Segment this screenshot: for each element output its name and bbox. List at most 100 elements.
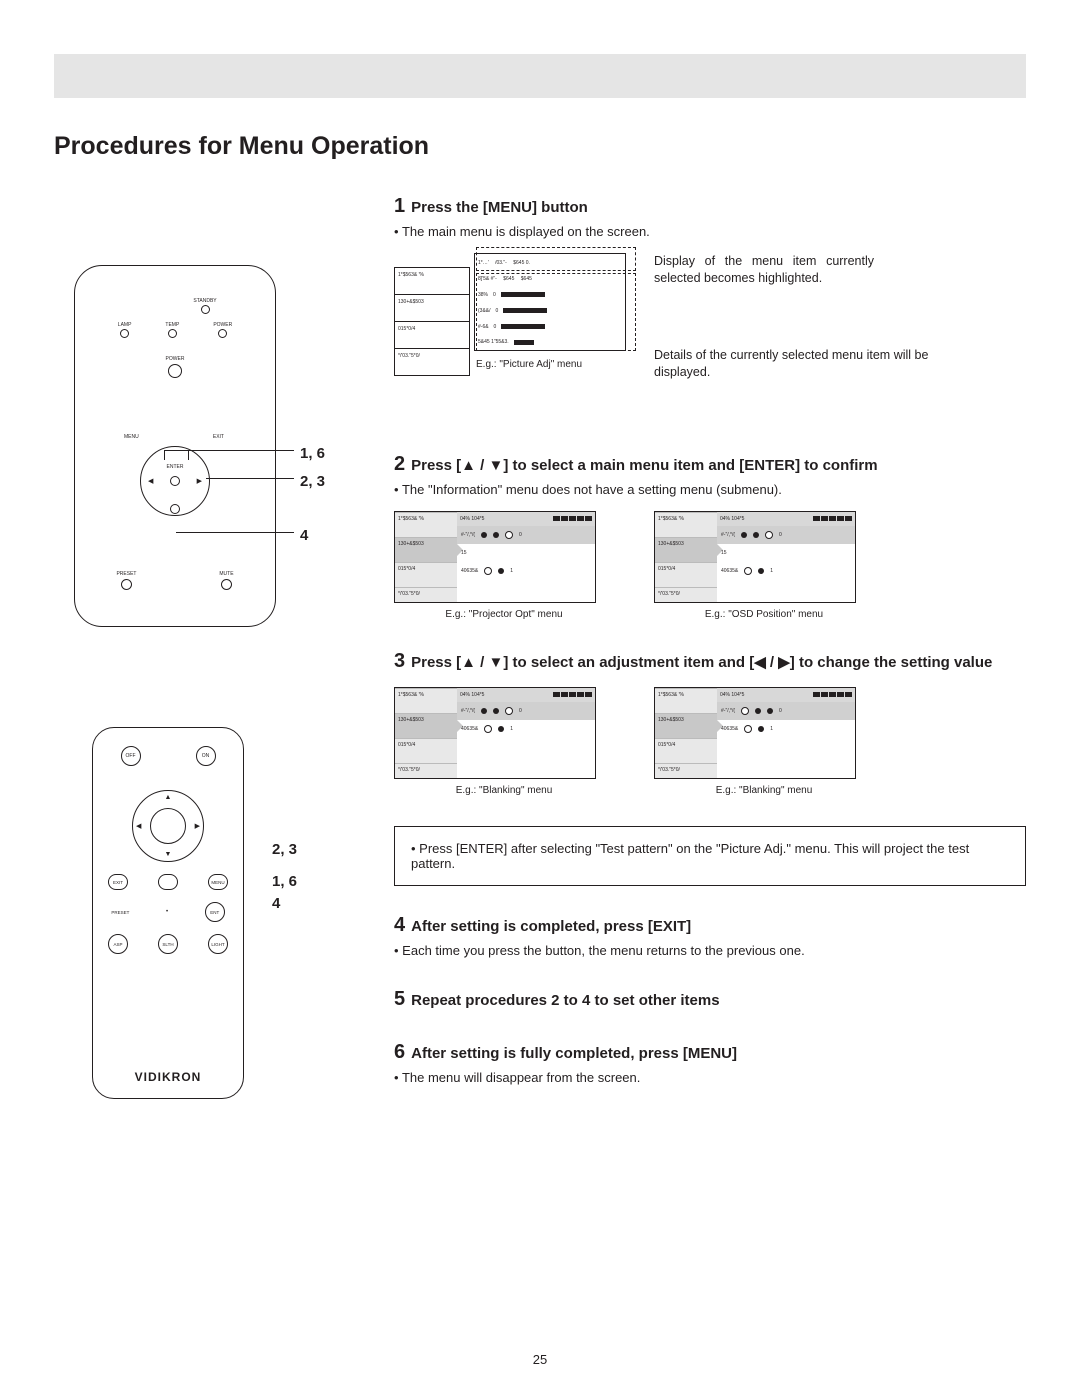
dot-icon: [481, 708, 487, 714]
step-title: Press the [MENU] button: [411, 199, 588, 216]
dot-icon: [481, 532, 487, 538]
osd-topbar-icons: [812, 516, 852, 523]
arrow-left-icon[interactable]: ◀: [148, 477, 153, 485]
callout-1-6: 1, 6: [272, 873, 297, 890]
dot-outline-icon: [484, 567, 492, 575]
osd-side-row-highlight: 130+&$503: [395, 537, 457, 562]
osd-side-row: 1*$563& '%: [655, 688, 717, 713]
callout-line: [188, 450, 189, 460]
preset-label: PRESET: [116, 571, 136, 577]
dot-outline-icon: [484, 725, 492, 733]
dot-outline-icon: [505, 707, 513, 715]
step-num: 2: [394, 453, 405, 475]
osd-side-row: 015*0/4: [655, 562, 717, 587]
osd-diagram-projector-opt: 1*$563& '% 130+&$503 015*0/4 */'03."5*0/…: [394, 511, 614, 620]
dot-outline-icon: [744, 725, 752, 733]
power-button-icon[interactable]: [168, 364, 182, 378]
step-num: 1: [394, 195, 405, 217]
off-button[interactable]: OFF: [121, 746, 141, 766]
dot-outline-icon: [744, 567, 752, 575]
osd-row: #-"/,*/(: [461, 532, 475, 538]
right-column: 1Press the [MENU] button The main menu i…: [394, 195, 1026, 1115]
osd-side-row: 1*$563& '%: [395, 268, 469, 295]
dpad-center-icon[interactable]: [170, 476, 180, 486]
osd-side-row: 1*$563& '%: [395, 688, 457, 713]
exit-button[interactable]: EXIT: [108, 874, 128, 890]
callout-line: [164, 450, 294, 451]
lamp-led-icon: [120, 329, 129, 338]
arrow-right-icon[interactable]: ▶: [195, 822, 200, 830]
osd-caption: E.g.: "Blanking" menu: [394, 785, 614, 796]
callout-2-3: 2, 3: [272, 841, 297, 858]
dpad-down-icon[interactable]: [170, 504, 180, 514]
osd-side-row: 1*$563& '%: [655, 512, 717, 537]
dot-outline-icon: [505, 531, 513, 539]
remote2-row4: PRESET • ENT: [93, 902, 243, 922]
lamp-label: LAMP: [118, 322, 132, 328]
step-num: 6: [394, 1041, 405, 1063]
step-3: 3Press [▲ / ▼] to select an adjustment i…: [394, 650, 1026, 796]
remote1-standby-row: STANDBY: [75, 298, 275, 314]
left-column: STANDBY LAMP TEMP POWER POWER: [54, 195, 354, 1115]
osd-row: 15: [721, 550, 727, 556]
callout-4: 4: [300, 527, 308, 544]
osd-side-row: 1*$563& '%: [395, 512, 457, 537]
osd-side-row: */'03."5*0/: [395, 587, 457, 603]
osd-side-row-highlight: 130+&$503: [655, 537, 717, 562]
dot-icon: [493, 532, 499, 538]
osd-topbar: 04% 104*5: [460, 516, 484, 522]
arrow-left-icon[interactable]: ◀: [136, 822, 141, 830]
remote1-power: POWER: [75, 356, 275, 378]
dot-icon: [755, 708, 761, 714]
on-button[interactable]: ON: [196, 746, 216, 766]
remote2-dpad[interactable]: ▲ ▼ ◀ ▶: [132, 790, 204, 862]
dot-icon: [753, 532, 759, 538]
osd-row: 40635&: [461, 568, 478, 574]
slth-button[interactable]: SLTH: [158, 934, 178, 954]
power-label: POWER: [166, 356, 185, 362]
ent-button[interactable]: ENT: [205, 902, 225, 922]
osd-row: 15: [461, 550, 467, 556]
dot-icon: [741, 532, 747, 538]
page-number: 25: [0, 1352, 1080, 1367]
osd-diagram-blanking-right: 1*$563& '% 130+&$503 015*0/4 */'03."5*0/…: [654, 687, 874, 796]
step-num: 5: [394, 988, 405, 1010]
dpad-center-icon[interactable]: [150, 808, 186, 844]
step-title: Press [▲ / ▼] to select a main menu item…: [411, 457, 877, 474]
exit-label: EXIT: [213, 434, 224, 440]
osd-note-1: Display of the menu item currently selec…: [654, 253, 874, 287]
step-bullet: The menu will disappear from the screen.: [394, 1070, 1026, 1085]
osd-row: 40635&: [461, 726, 478, 732]
remote-small: OFF ON ▲ ▼ ◀ ▶ EXIT MENU PRESET: [92, 727, 244, 1099]
dot-outline-icon: [741, 707, 749, 715]
arrow-up-icon[interactable]: ▲: [165, 794, 172, 801]
osd-topbar: 04% 104*5: [720, 692, 744, 698]
light-button[interactable]: LIGHT: [208, 934, 228, 954]
dashed-highlight-body: [476, 273, 636, 351]
arrow-right-icon[interactable]: ▶: [197, 477, 202, 485]
callout-line: [164, 450, 165, 460]
remote2-onoff: OFF ON: [93, 746, 243, 766]
osd-topbar: 04% 104*5: [460, 692, 484, 698]
dot-outline-icon: [765, 531, 773, 539]
osd-caption: E.g.: "OSD Position" menu: [654, 609, 874, 620]
mid-button[interactable]: [158, 874, 178, 890]
value-text: 1: [510, 568, 513, 574]
osd-side-row: */'03."5*0/: [395, 763, 457, 779]
osd-caption: E.g.: "Projector Opt" menu: [394, 609, 614, 620]
step-6: 6 After setting is fully completed, press…: [394, 1041, 1026, 1085]
mute-label: MUTE: [219, 571, 233, 577]
menu-button[interactable]: MENU: [208, 874, 228, 890]
dot-icon: [493, 708, 499, 714]
remote2-row3: EXIT MENU: [93, 874, 243, 890]
arrow-down-icon[interactable]: ▼: [165, 851, 172, 858]
brand-logo: VIDIKRON: [93, 1070, 243, 1084]
dot-icon: [758, 568, 764, 574]
osd-side-row: */'03."5*0/: [655, 763, 717, 779]
osd-side-row: */'03."5*0/: [655, 587, 717, 603]
step-title: After setting is fully completed, press …: [411, 1045, 737, 1062]
asp-button[interactable]: ASP: [108, 934, 128, 954]
mute-button-icon[interactable]: [221, 579, 232, 590]
temp-label: TEMP: [165, 322, 179, 328]
preset-button-icon[interactable]: [121, 579, 132, 590]
